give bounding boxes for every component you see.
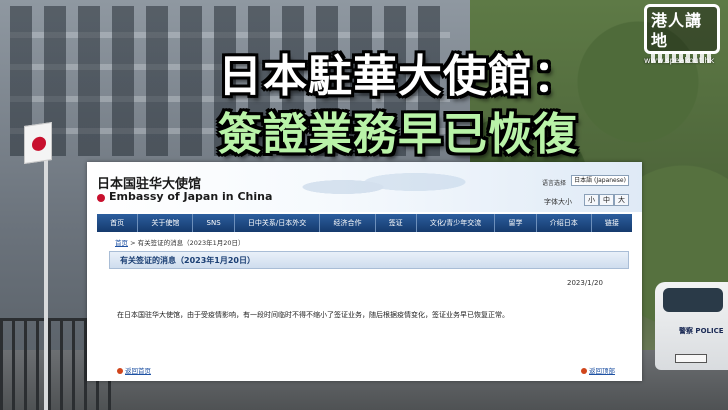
embassy-webpage: 日本国驻华大使馆 Embassy of Japan in China 语言选择 … (87, 162, 642, 381)
fontsize-medium-button[interactable]: 中 (599, 194, 614, 206)
license-plate (675, 354, 707, 363)
notice-date: 2023/1/20 (567, 279, 603, 287)
nav-item-culture[interactable]: 文化/青少年交流 (417, 214, 496, 232)
notice-body: 在日本国驻华大使馆，由于受疫情影响，有一段时间临时不得不缩小了签证业务，随后根据… (117, 311, 509, 319)
police-car: 警察 POLICE (655, 282, 728, 370)
world-map-graphic (247, 162, 487, 212)
flag-pole (44, 140, 48, 410)
headline-line-1: 日本駐華大使館： (218, 51, 578, 102)
site-title-en[interactable]: Embassy of Japan in China (109, 190, 272, 203)
japan-flag-dot-icon (97, 194, 105, 202)
notice-title: 有关签证的消息（2023年1月20日） (120, 256, 255, 265)
breadcrumb-separator: > (130, 239, 136, 247)
back-top-label: 返回顶部 (589, 367, 615, 375)
web-header: 日本国驻华大使馆 Embassy of Japan in China 语言选择 … (87, 162, 642, 212)
language-select[interactable]: 日本語 (Japanese) (571, 175, 629, 186)
breadcrumb-current: 有关签证的消息（2023年1月20日） (137, 239, 245, 247)
breadcrumb: 首页 > 有关签证的消息（2023年1月20日） (115, 237, 245, 247)
police-label: 警察 POLICE (679, 327, 724, 335)
main-nav: 首页 关于使馆 SNS 日中关系/日本外交 经济合作 签证 文化/青少年交流 留… (97, 214, 632, 232)
nav-item-visa[interactable]: 签证 (376, 214, 417, 232)
notice-title-bar: 有关签证的消息（2023年1月20日） (109, 251, 629, 269)
fontsize-label: 字体大小 (544, 198, 572, 206)
nav-item-about[interactable]: 关于使馆 (138, 214, 194, 232)
arrow-circle-icon (581, 368, 587, 374)
back-top-link[interactable]: 返回顶部 (581, 365, 615, 375)
nav-item-study[interactable]: 留学 (495, 214, 537, 232)
nav-item-links[interactable]: 链接 (592, 214, 632, 232)
nav-item-home[interactable]: 首页 (97, 214, 139, 232)
arrow-circle-icon (117, 368, 123, 374)
logo-box: 港人講地 (644, 4, 720, 63)
police-car-window (663, 288, 723, 312)
japan-flag-icon (24, 122, 52, 164)
speakout-logo: 港人講地 www.speakout.hk (644, 4, 726, 80)
breadcrumb-home-link[interactable]: 首页 (115, 239, 128, 247)
language-label: 语言选择 (542, 180, 567, 187)
nav-item-economy[interactable]: 经济合作 (320, 214, 376, 232)
nav-item-relations[interactable]: 日中关系/日本外交 (235, 214, 321, 232)
nav-item-japan-intro[interactable]: 介绍日本 (537, 214, 592, 232)
back-home-label: 返回首页 (125, 367, 151, 375)
fontsize-small-button[interactable]: 小 (584, 194, 599, 206)
logo-name: 港人講地 (651, 11, 703, 50)
fontsize-large-button[interactable]: 大 (614, 194, 629, 206)
logo-people-icon (651, 53, 713, 63)
back-home-link[interactable]: 返回首页 (117, 365, 151, 375)
nav-item-sns[interactable]: SNS (193, 214, 235, 232)
